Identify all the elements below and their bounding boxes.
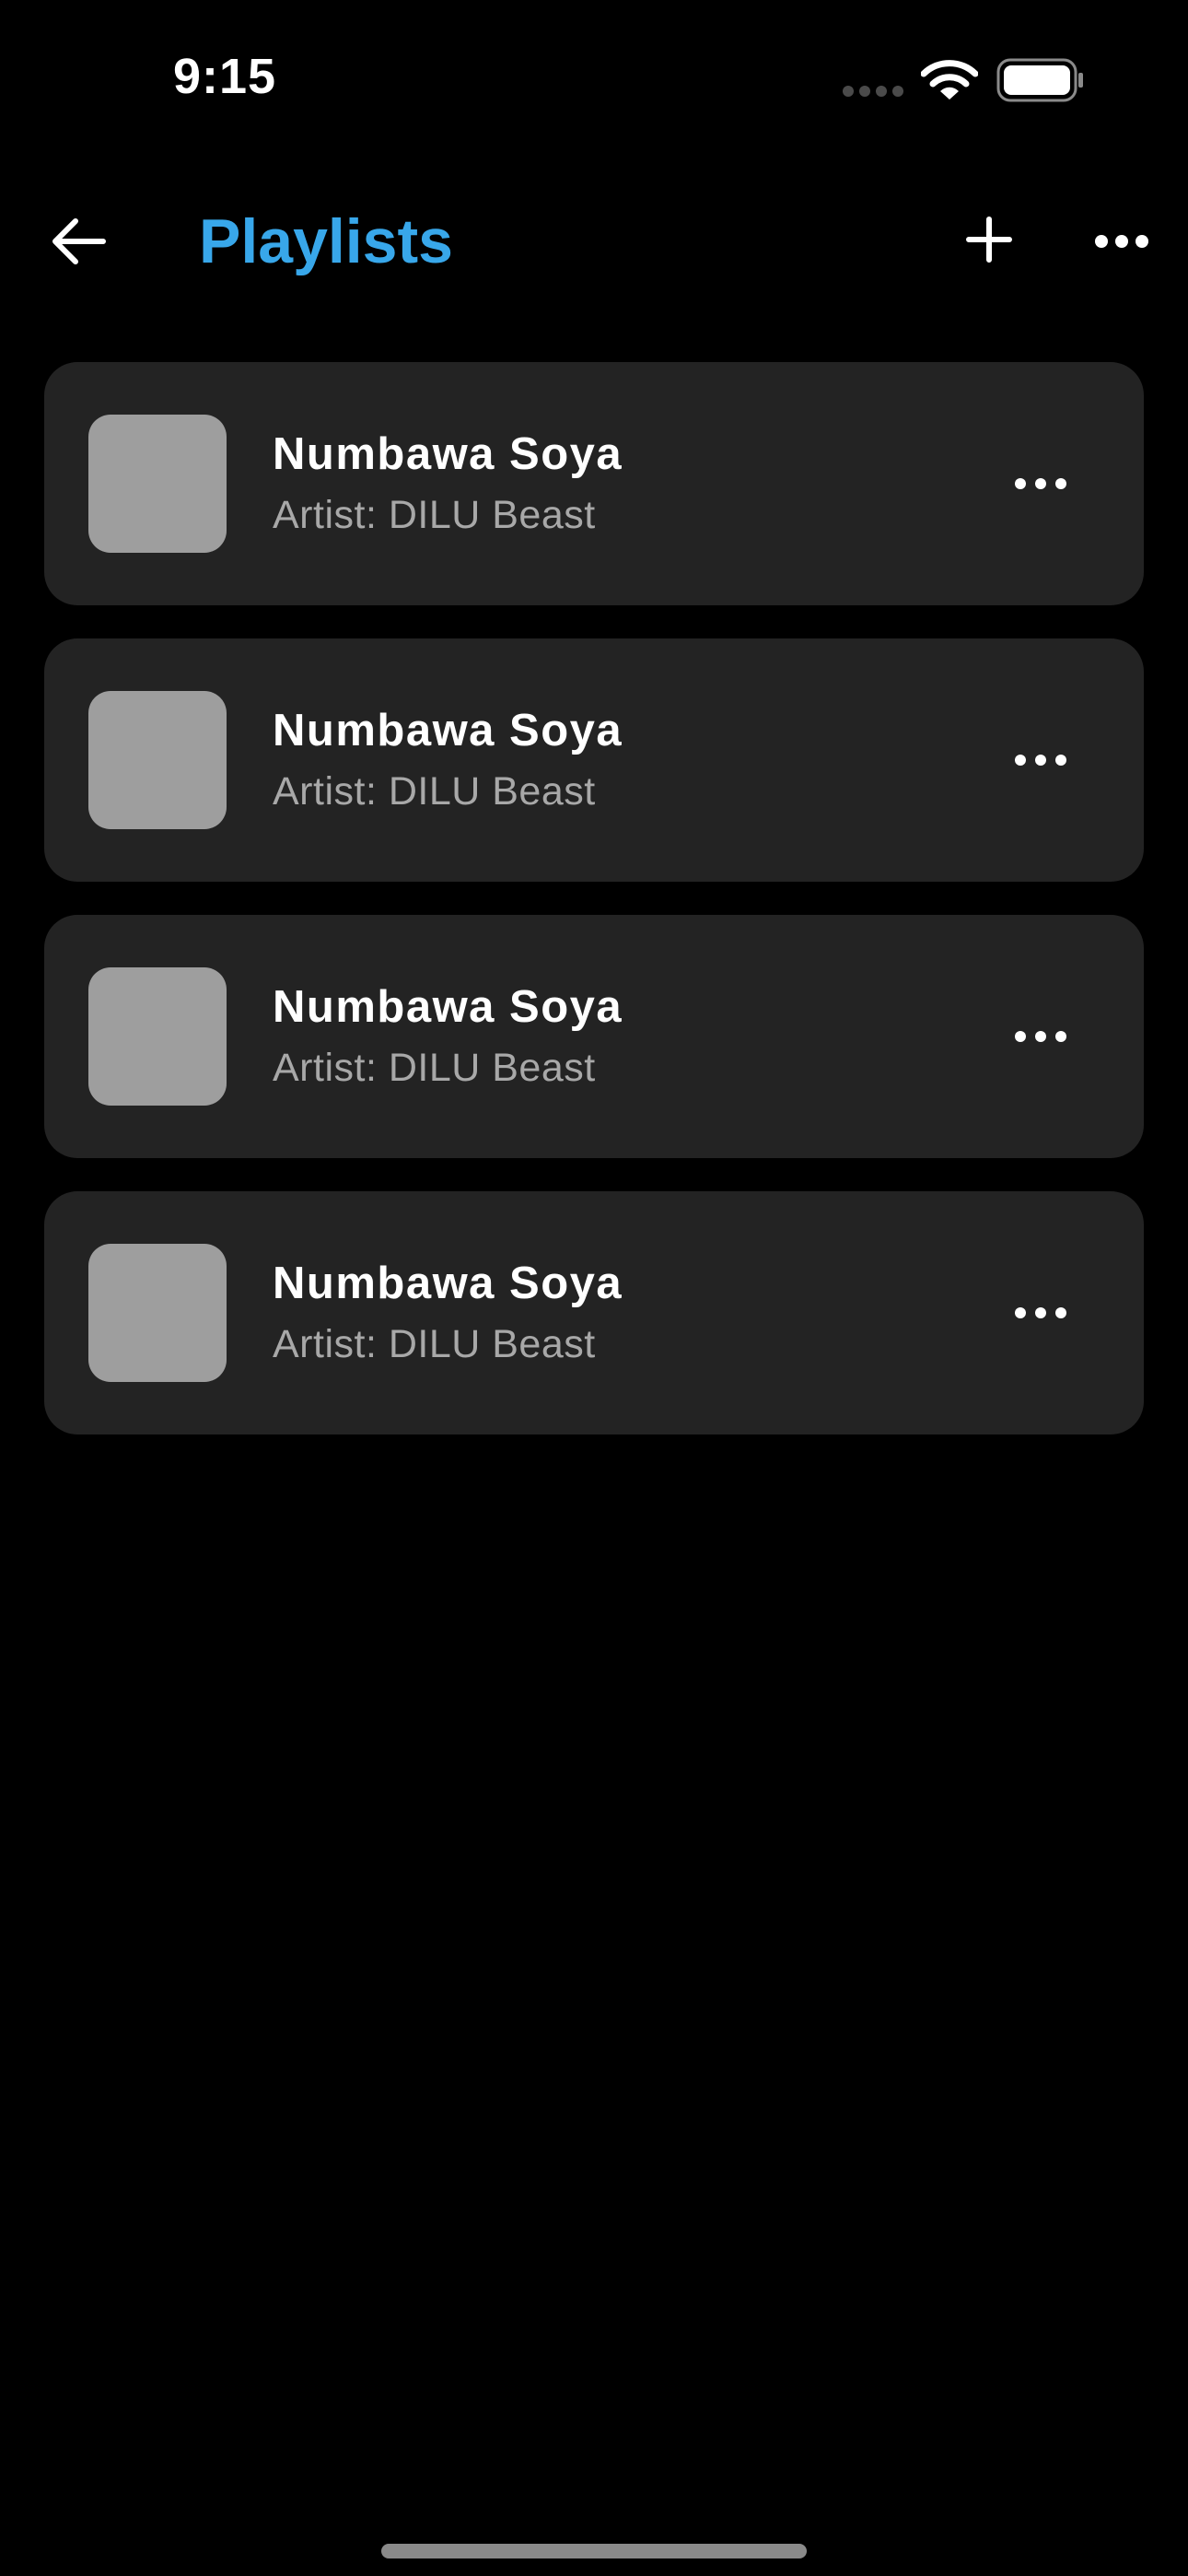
home-indicator[interactable]: [381, 2544, 807, 2558]
header: Playlists: [0, 184, 1188, 299]
playlist-title: Numbawa Soya: [273, 429, 623, 479]
album-art-placeholder: [88, 1244, 227, 1382]
album-art-placeholder: [88, 967, 227, 1106]
playlist-card[interactable]: Numbawa Soya Artist: DILU Beast: [44, 1191, 1144, 1434]
playlist-card[interactable]: Numbawa Soya Artist: DILU Beast: [44, 915, 1144, 1158]
playlist-title: Numbawa Soya: [273, 1259, 623, 1308]
back-button[interactable]: [46, 212, 109, 271]
playlist-title: Numbawa Soya: [273, 706, 623, 755]
playlist-title: Numbawa Soya: [273, 982, 623, 1032]
cellular-signal-icon: [843, 86, 903, 97]
playlist-artist: Artist: DILU Beast: [273, 1322, 596, 1366]
wifi-icon: [921, 60, 978, 100]
card-more-button[interactable]: [1004, 1018, 1077, 1055]
playlist-list: Numbawa Soya Artist: DILU Beast Numbawa …: [44, 362, 1144, 1468]
more-options-button[interactable]: [1094, 223, 1149, 260]
playlist-card[interactable]: Numbawa Soya Artist: DILU Beast: [44, 638, 1144, 882]
status-bar: 9:15: [0, 0, 1188, 157]
card-more-button[interactable]: [1004, 742, 1077, 779]
playlist-artist: Artist: DILU Beast: [273, 769, 596, 814]
battery-icon: [996, 58, 1083, 102]
playlist-card[interactable]: Numbawa Soya Artist: DILU Beast: [44, 362, 1144, 605]
add-button[interactable]: [961, 210, 1017, 269]
page-title: Playlists: [199, 206, 453, 276]
card-more-button[interactable]: [1004, 465, 1077, 502]
playlist-artist: Artist: DILU Beast: [273, 493, 596, 537]
status-time: 9:15: [173, 49, 277, 104]
playlist-artist: Artist: DILU Beast: [273, 1046, 596, 1090]
album-art-placeholder: [88, 691, 227, 829]
album-art-placeholder: [88, 415, 227, 553]
card-more-button[interactable]: [1004, 1294, 1077, 1331]
